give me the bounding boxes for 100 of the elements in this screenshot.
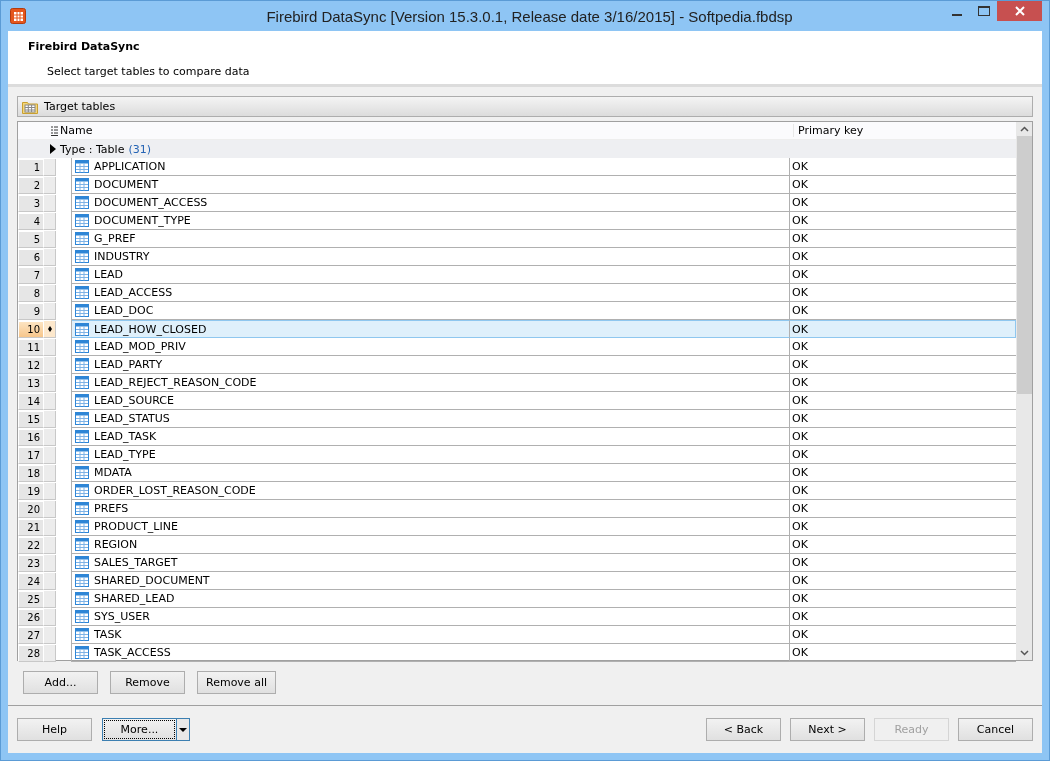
- table-row[interactable]: 28 TASK_ACCESS OK: [18, 644, 1016, 662]
- primary-key-status: OK: [789, 410, 1016, 428]
- table-row[interactable]: 13 LEAD_REJECT_REASON_CODE OK: [18, 374, 1016, 392]
- row-indicator-cell: [44, 464, 56, 482]
- row-number: 21: [18, 518, 44, 536]
- footer-button[interactable]: Next >: [790, 718, 865, 741]
- table-icon: [75, 232, 89, 245]
- table-row[interactable]: 4 DOCUMENT_TYPE OK: [18, 212, 1016, 230]
- table-name: LEAD_DOC: [94, 304, 154, 317]
- row-number: 17: [18, 446, 44, 464]
- primary-key-status: OK: [789, 590, 1016, 608]
- row-indicator-cell: [44, 392, 56, 410]
- primary-key-status: OK: [789, 554, 1016, 572]
- primary-key-status: OK: [789, 158, 1016, 176]
- table-name: DOCUMENT: [94, 178, 159, 191]
- table-row[interactable]: 23 SALES_TARGET OK: [18, 554, 1016, 572]
- expand-icon[interactable]: [49, 144, 57, 154]
- footer-button[interactable]: Help: [17, 718, 92, 741]
- table-row[interactable]: 7 LEAD OK: [18, 266, 1016, 284]
- table-icon: [75, 574, 89, 587]
- primary-key-status: OK: [789, 284, 1016, 302]
- row-number: 6: [18, 248, 44, 266]
- row-number: 25: [18, 590, 44, 608]
- row-number: 23: [18, 554, 44, 572]
- row-indicator-cell: [44, 194, 56, 212]
- primary-key-status: OK: [789, 518, 1016, 536]
- table-icon: [75, 628, 89, 641]
- row-number: 13: [18, 374, 44, 392]
- table-icon: [75, 340, 89, 353]
- row-number: 18: [18, 464, 44, 482]
- column-chooser-icon[interactable]: [51, 125, 58, 136]
- primary-key-status: OK: [789, 482, 1016, 500]
- table-row[interactable]: 6 INDUSTRY OK: [18, 248, 1016, 266]
- table-row[interactable]: 17 LEAD_TYPE OK: [18, 446, 1016, 464]
- table-row[interactable]: 20 PREFS OK: [18, 500, 1016, 518]
- table-name: LEAD_STATUS: [94, 412, 170, 425]
- table-row[interactable]: 26 SYS_USER OK: [18, 608, 1016, 626]
- table-row[interactable]: 14 LEAD_SOURCE OK: [18, 392, 1016, 410]
- row-indicator-cell: [44, 284, 56, 302]
- close-button[interactable]: [997, 1, 1042, 21]
- table-row[interactable]: 15 LEAD_STATUS OK: [18, 410, 1016, 428]
- table-name: LEAD_SOURCE: [94, 394, 174, 407]
- footer-button[interactable]: Cancel: [958, 718, 1033, 741]
- scroll-up-icon[interactable]: [1019, 126, 1029, 132]
- row-indicator-cell: [44, 302, 56, 320]
- table-row[interactable]: 22 REGION OK: [18, 536, 1016, 554]
- column-header[interactable]: Name: [58, 124, 793, 137]
- table-row[interactable]: 25 SHARED_LEAD OK: [18, 590, 1016, 608]
- footer-button[interactable]: < Back: [706, 718, 781, 741]
- table-row[interactable]: 12 LEAD_PARTY OK: [18, 356, 1016, 374]
- list-button[interactable]: Add...: [23, 671, 98, 694]
- table-row[interactable]: 5 G_PREF OK: [18, 230, 1016, 248]
- list-button[interactable]: Remove all: [197, 671, 276, 694]
- wizard-subtitle: Select target tables to compare data: [47, 65, 251, 78]
- table-name: LEAD_MOD_PRIV: [94, 340, 186, 353]
- table-row[interactable]: 18 MDATA OK: [18, 464, 1016, 482]
- table-icon: [75, 556, 89, 569]
- table-name: ORDER_LOST_REASON_CODE: [94, 484, 256, 497]
- primary-key-status: OK: [789, 464, 1016, 482]
- table-row[interactable]: 11 LEAD_MOD_PRIV OK: [18, 338, 1016, 356]
- primary-key-status: OK: [789, 446, 1016, 464]
- window-title: Firebird DataSync [Version 15.3.0.1, Release date 3/16/2015] - Softpedia.fbdsp: [265, 7, 794, 25]
- table-name: G_PREF: [94, 232, 136, 245]
- table-icon: [75, 214, 89, 227]
- dropdown-button[interactable]: [177, 718, 190, 741]
- row-number: 5: [18, 230, 44, 248]
- scroll-down-icon[interactable]: [1019, 650, 1029, 656]
- table-row[interactable]: 1 APPLICATION OK: [18, 158, 1016, 176]
- row-indicator-cell: [44, 608, 56, 626]
- table-row[interactable]: 27 TASK OK: [18, 626, 1016, 644]
- row-indicator-cell: [44, 644, 56, 662]
- table-row[interactable]: 16 LEAD_TASK OK: [18, 428, 1016, 446]
- more-button[interactable]: More...: [102, 718, 177, 741]
- scrollbar-thumb[interactable]: [1016, 136, 1032, 394]
- vertical-scrollbar[interactable]: [1016, 122, 1032, 660]
- table-row[interactable]: 24 SHARED_DOCUMENT OK: [18, 572, 1016, 590]
- table-icon: [75, 322, 89, 336]
- table-icon: [75, 250, 89, 263]
- table-icon: [75, 520, 89, 533]
- primary-key-status: OK: [789, 338, 1016, 356]
- table-row[interactable]: 8 LEAD_ACCESS OK: [18, 284, 1016, 302]
- list-button[interactable]: Remove: [110, 671, 185, 694]
- row-indicator-cell: [44, 500, 56, 518]
- primary-key-status: OK: [789, 500, 1016, 518]
- row-number: 26: [18, 608, 44, 626]
- table-name: PRODUCT_LINE: [94, 520, 178, 533]
- primary-key-status: OK: [789, 374, 1016, 392]
- table-row[interactable]: 21 PRODUCT_LINE OK: [18, 518, 1016, 536]
- table-icon: [75, 538, 89, 551]
- row-number: 20: [18, 500, 44, 518]
- table-row[interactable]: 19 ORDER_LOST_REASON_CODE OK: [18, 482, 1016, 500]
- table-row[interactable]: 3 DOCUMENT_ACCESS OK: [18, 194, 1016, 212]
- row-number: 7: [18, 266, 44, 284]
- table-name: REGION: [94, 538, 138, 551]
- table-name: SALES_TARGET: [94, 556, 178, 569]
- primary-key-status: OK: [789, 626, 1016, 644]
- app-icon: [10, 8, 26, 24]
- table-row[interactable]: 2 DOCUMENT OK: [18, 176, 1016, 194]
- table-icon: [75, 466, 89, 479]
- close-icon: [1014, 6, 1025, 16]
